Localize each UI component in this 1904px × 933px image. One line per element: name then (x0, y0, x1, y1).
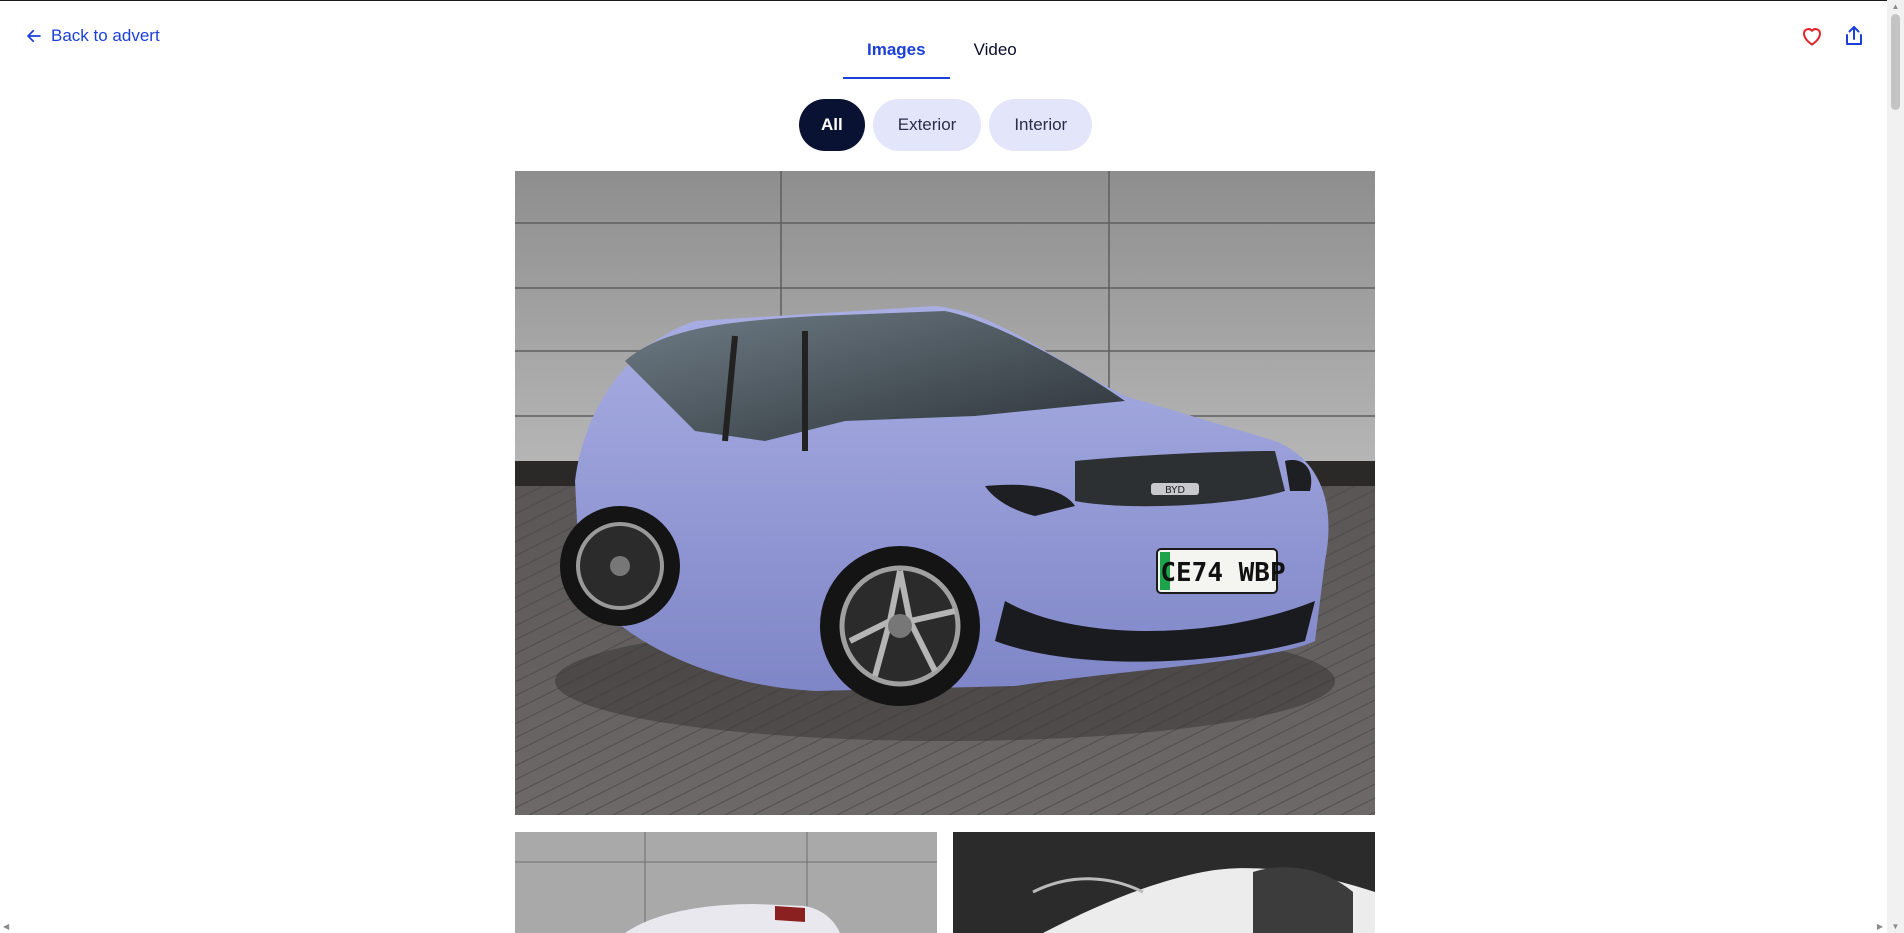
scroll-left-arrow-icon[interactable]: ◀ (3, 922, 9, 931)
scroll-thumb[interactable] (1891, 14, 1900, 110)
tab-images[interactable]: Images (843, 28, 950, 79)
thumbnail-illustration (515, 832, 937, 933)
back-to-advert-link[interactable]: Back to advert (25, 26, 160, 46)
thumbnail-interior[interactable] (953, 832, 1375, 933)
media-tabs: Images Video (843, 28, 1041, 79)
image-filter-group: All Exterior Interior (799, 99, 1093, 151)
car-badge-text: BYD (1165, 485, 1185, 496)
share-button[interactable] (1842, 24, 1866, 48)
share-icon (1846, 26, 1862, 45)
favorite-button[interactable] (1800, 24, 1824, 48)
number-plate-text: CE74 WBP (1160, 558, 1285, 588)
thumbnail-exterior-rear[interactable] (515, 832, 937, 933)
tab-images-label: Images (867, 40, 926, 59)
tab-video[interactable]: Video (950, 28, 1041, 78)
car-photo-illustration: BYD CE74 WBP (515, 171, 1375, 815)
rear-wheel (560, 506, 680, 626)
back-to-advert-label: Back to advert (51, 26, 160, 45)
thumbnail-illustration (953, 832, 1375, 933)
heart-icon (1803, 28, 1821, 46)
scroll-up-arrow-icon[interactable]: ▲ (1891, 2, 1900, 11)
main-car-photo[interactable]: BYD CE74 WBP (515, 171, 1375, 815)
scroll-down-arrow-icon[interactable]: ▼ (1891, 922, 1900, 931)
scroll-right-arrow-icon[interactable]: ▶ (1877, 922, 1883, 931)
filter-exterior-button[interactable]: Exterior (872, 99, 982, 151)
filter-interior-button[interactable]: Interior (989, 99, 1093, 151)
vertical-scrollbar[interactable]: ▲ ▼ (1887, 0, 1904, 933)
filter-all-button[interactable]: All (799, 99, 865, 151)
header-actions (1800, 24, 1866, 48)
top-rule (0, 0, 1904, 1)
arrow-left-icon (27, 29, 41, 43)
front-wheel (820, 546, 980, 706)
tab-video-label: Video (973, 40, 1017, 59)
